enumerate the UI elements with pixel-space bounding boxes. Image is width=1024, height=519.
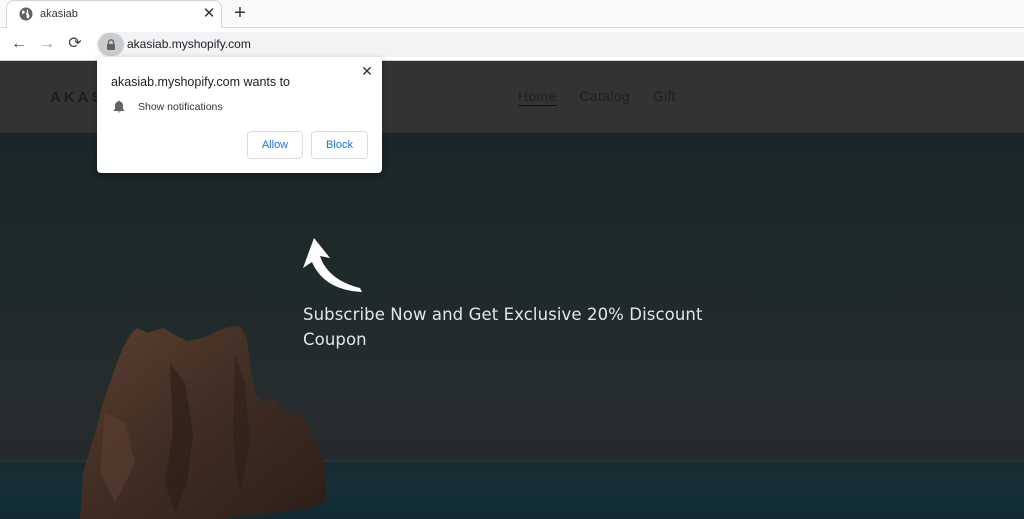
hero-banner: Subscribe Now and Get Exclusive 20% Disc… xyxy=(0,133,1024,519)
close-icon[interactable]: ✕ xyxy=(360,63,374,79)
nav-home[interactable]: Home xyxy=(518,88,557,106)
notification-permission-popup: akasiab.myshopify.com wants to ✕ Show no… xyxy=(97,57,382,173)
allow-button[interactable]: Allow xyxy=(247,131,303,159)
globe-icon xyxy=(19,7,33,21)
tab-title: akasiab xyxy=(40,8,78,20)
popup-title: akasiab.myshopify.com wants to xyxy=(111,75,291,89)
address-bar[interactable]: akasiab.myshopify.com xyxy=(96,32,1024,57)
close-tab-icon[interactable]: ✕ xyxy=(200,4,218,24)
lock-icon xyxy=(107,39,115,50)
permission-label: Show notifications xyxy=(138,101,223,113)
site-nav: Home Catalog Gift xyxy=(518,88,676,106)
tab-akasiab[interactable]: akasiab ✕ xyxy=(6,0,222,28)
back-arrow-icon[interactable]: ← xyxy=(9,34,29,54)
curved-arrow-up-icon xyxy=(303,238,362,292)
nav-gift[interactable]: Gift xyxy=(653,88,676,106)
sea-rock-image xyxy=(80,326,327,519)
bell-icon xyxy=(113,100,125,113)
tab-strip: akasiab ✕ + xyxy=(0,0,1024,28)
url-text[interactable]: akasiab.myshopify.com xyxy=(127,37,251,51)
hero-subscribe-text: Subscribe Now and Get Exclusive 20% Disc… xyxy=(303,305,703,349)
block-button[interactable]: Block xyxy=(311,131,368,159)
forward-arrow-icon[interactable]: → xyxy=(37,34,57,54)
nav-catalog[interactable]: Catalog xyxy=(580,88,630,106)
site-info-button[interactable] xyxy=(98,33,124,56)
new-tab-button[interactable]: + xyxy=(230,2,250,24)
reload-icon[interactable]: ⟳ xyxy=(65,34,85,54)
